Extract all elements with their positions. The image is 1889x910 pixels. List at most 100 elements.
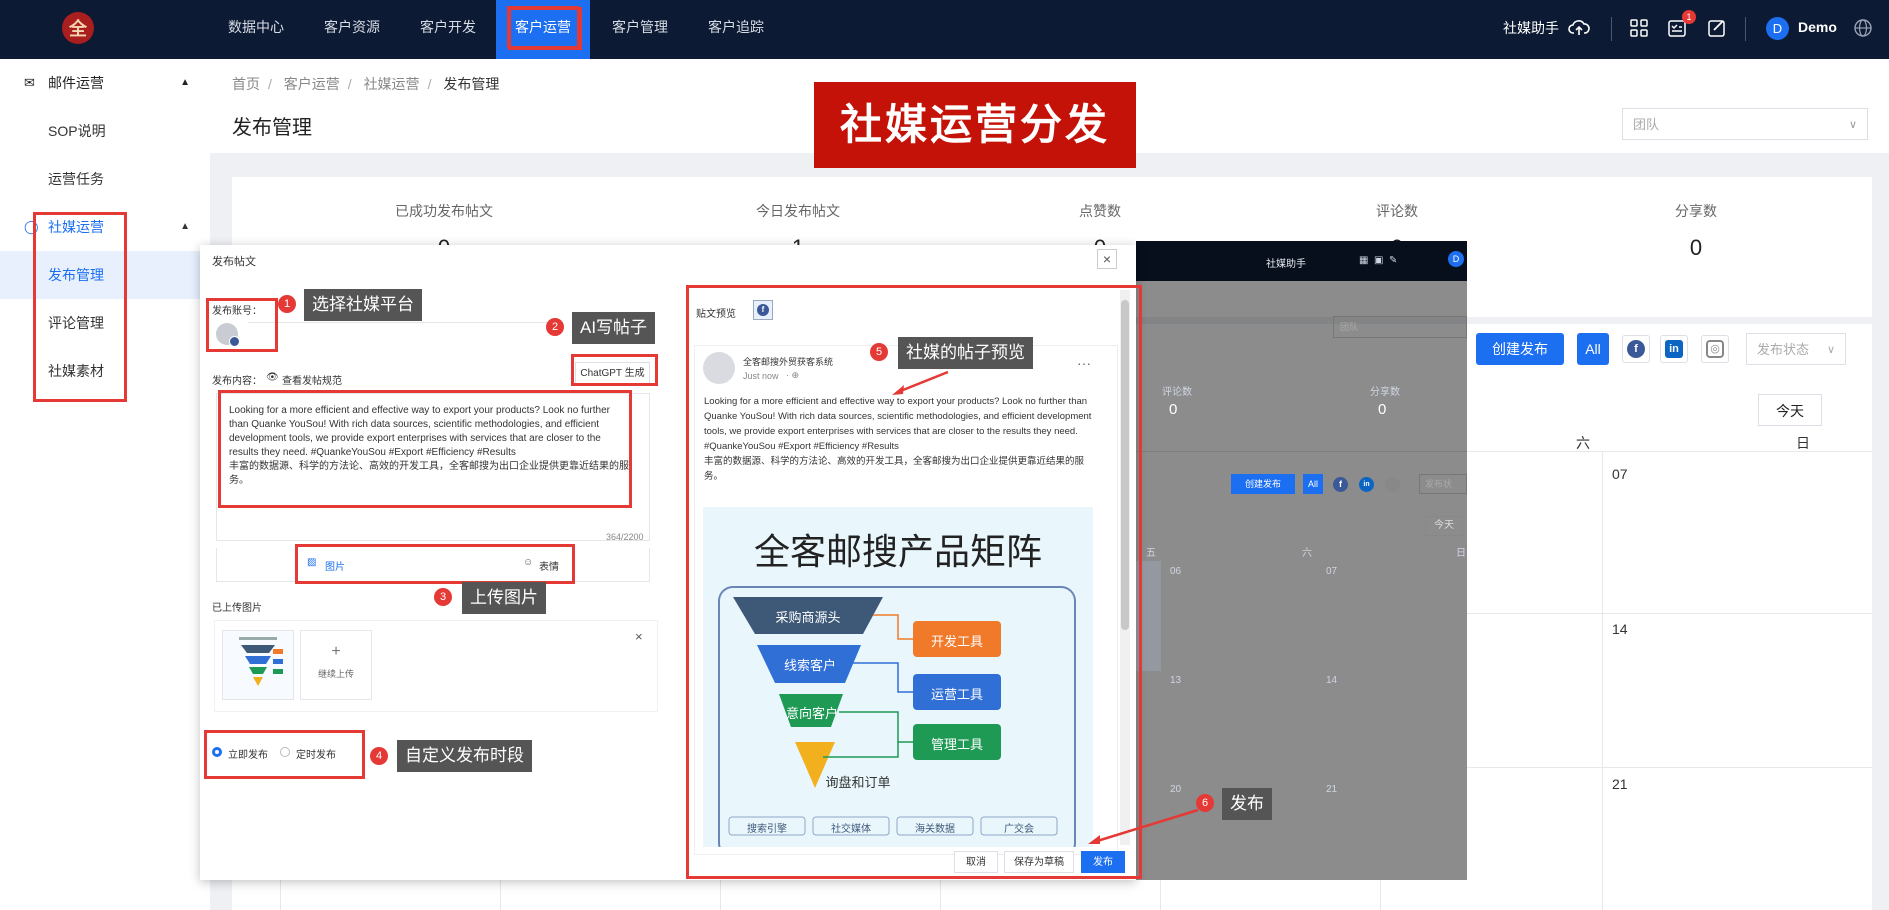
thumbnail-funnel-image <box>239 637 283 686</box>
continue-upload-label: 继续上传 <box>317 669 354 679</box>
sidebar-item-label: 运营任务 <box>48 171 104 187</box>
publish-status-select[interactable]: 发布状态 ∨ <box>1746 333 1846 365</box>
account-field-line <box>248 322 548 323</box>
annotation-box-sidebar <box>33 212 127 402</box>
cloud-upload-icon[interactable] <box>1568 17 1590 39</box>
globe-language-icon[interactable] <box>1852 17 1874 39</box>
overlay-instagram-icon <box>1385 477 1400 492</box>
overlay-icons: ▦ ▣ ✎ <box>1359 255 1398 266</box>
calendar-grid-line <box>720 880 721 910</box>
annotation-callout: 社媒的帖子预览 <box>898 337 1033 369</box>
annotation-box-account <box>206 298 278 352</box>
overlay-create-button: 创建发布 <box>1231 474 1295 494</box>
facebook-icon: f <box>1627 340 1645 358</box>
annotation-callout: 上传图片 <box>462 582 546 614</box>
overlay-stat-value: 0 <box>1378 401 1387 418</box>
calendar-grid-line <box>1602 451 1603 910</box>
uploaded-image-thumbnail[interactable] <box>222 630 294 700</box>
annotation-number: 1 <box>278 295 296 313</box>
calendar-grid-line <box>1467 613 1872 614</box>
annotation-number: 3 <box>434 588 452 606</box>
nav-item-customer-resources[interactable]: 客户资源 <box>314 0 390 59</box>
plus-icon: + <box>331 643 341 660</box>
chevron-down-icon: ∨ <box>1826 344 1835 356</box>
overlay-day: 21 <box>1326 784 1338 795</box>
overlay-team-select: 团队 <box>1333 316 1467 338</box>
sidebar-group-email-operations[interactable]: ✉ 邮件运营 ▲ <box>0 59 210 107</box>
today-button[interactable]: 今天 <box>1758 394 1822 426</box>
calendar-grid-line <box>500 880 501 910</box>
sidebar-group-label: 邮件运营 <box>48 75 104 91</box>
linkedin-icon: in <box>1665 340 1683 358</box>
annotation-box-gpt <box>571 354 658 386</box>
team-select[interactable]: 团队 ∨ <box>1622 108 1868 140</box>
chevron-down-icon: ∨ <box>1848 119 1857 131</box>
calendar-day[interactable]: 21 <box>1612 776 1628 792</box>
chevron-up-icon: ▲ <box>180 77 190 88</box>
page-title: 发布管理 <box>232 117 312 139</box>
content-label: 发布内容： <box>212 376 262 387</box>
modal-close-button[interactable]: × <box>1097 249 1117 269</box>
calendar-grid-line <box>940 880 941 910</box>
calendar-day[interactable]: 07 <box>1612 466 1628 482</box>
overlay-linkedin-icon: in <box>1359 477 1374 492</box>
apps-grid-icon[interactable] <box>1628 17 1650 39</box>
overlay-stat-title: 评论数 <box>1162 387 1192 398</box>
overlay-day: 07 <box>1326 566 1338 577</box>
stat-shares: 分享数 0 <box>1675 203 1717 260</box>
social-assistant-link[interactable]: 社媒助手 <box>1503 0 1559 59</box>
breadcrumb-social-operations[interactable]: 社媒运营 <box>364 76 420 92</box>
annotation-box-schedule <box>204 730 365 779</box>
breadcrumb: 首页 / 客户运营 / 社媒运营 / 发布管理 <box>232 76 500 92</box>
clear-images-icon[interactable]: × <box>635 629 643 644</box>
annotation-callout: 发布 <box>1222 788 1272 820</box>
annotation-box-nav <box>508 7 582 50</box>
sidebar: ✉ 邮件运营 ▲ SOP说明 运营任务 ◯ 社媒运营 ▲ 发布管理 评论管理 社… <box>0 59 211 910</box>
weekday-sat: 六 <box>1576 435 1590 451</box>
annotation-number: 2 <box>546 318 564 336</box>
filter-linkedin-button[interactable]: in <box>1660 335 1688 363</box>
mail-icon: ✉ <box>24 75 35 90</box>
overlay-facebook-icon: f <box>1333 477 1348 492</box>
breadcrumb-current: 发布管理 <box>443 76 500 92</box>
overlay-weekday: 五 <box>1146 548 1156 559</box>
overlay-weekday: 日 <box>1456 548 1466 559</box>
nav-item-customer-development[interactable]: 客户开发 <box>410 0 486 59</box>
create-post-button[interactable]: 创建发布 <box>1476 333 1564 365</box>
annotation-box-content <box>218 390 632 508</box>
filter-facebook-button[interactable]: f <box>1622 335 1650 363</box>
breadcrumb-home[interactable]: 首页 <box>232 76 260 92</box>
posting-guide-link[interactable]: 查看发帖规范 <box>282 372 342 387</box>
app-logo[interactable]: 全 <box>62 12 94 44</box>
overlay-status-select: 发布状 <box>1419 474 1467 494</box>
top-navigation-bar: 全 数据中心 客户资源 客户开发 客户运营 客户管理 客户追踪 社媒助手 1 D… <box>0 0 1889 59</box>
user-name[interactable]: Demo <box>1798 0 1837 59</box>
sidebar-item-sop[interactable]: SOP说明 <box>0 107 210 155</box>
filter-instagram-button[interactable]: ◎ <box>1701 335 1729 363</box>
nav-divider <box>1611 17 1612 41</box>
annotation-callout: 自定义发布时段 <box>397 740 532 772</box>
overlay-stat-title: 分享数 <box>1370 387 1400 398</box>
annotation-number: 6 <box>1196 794 1214 812</box>
team-select-placeholder: 团队 <box>1633 117 1660 132</box>
guide-eye-icon: 👁 <box>266 372 279 383</box>
filter-all-button[interactable]: All <box>1577 333 1609 365</box>
user-avatar[interactable]: D <box>1766 17 1789 40</box>
sidebar-item-operation-tasks[interactable]: 运营任务 <box>0 155 210 203</box>
continue-upload-button[interactable]: + 继续上传 <box>300 630 372 700</box>
nav-item-customer-tracking[interactable]: 客户追踪 <box>698 0 774 59</box>
calendar-day[interactable]: 14 <box>1612 621 1628 637</box>
overlay-day: 20 <box>1170 784 1182 795</box>
chevron-up-icon: ▲ <box>180 221 190 232</box>
nav-item-data-center[interactable]: 数据中心 <box>218 0 294 59</box>
calendar-grid-line <box>1160 880 1161 910</box>
overlay-day: 06 <box>1170 566 1182 577</box>
nav-item-customer-management[interactable]: 客户管理 <box>602 0 678 59</box>
annotation-callout: 选择社媒平台 <box>304 289 422 321</box>
edit-note-icon[interactable] <box>1706 17 1728 39</box>
nav-divider <box>1745 17 1746 41</box>
tutorial-banner: 社媒运营分发 <box>814 82 1136 168</box>
annotation-number: 5 <box>870 343 888 361</box>
breadcrumb-customer-operations[interactable]: 客户运营 <box>284 76 340 92</box>
char-counter: 364/2200 <box>606 532 644 542</box>
